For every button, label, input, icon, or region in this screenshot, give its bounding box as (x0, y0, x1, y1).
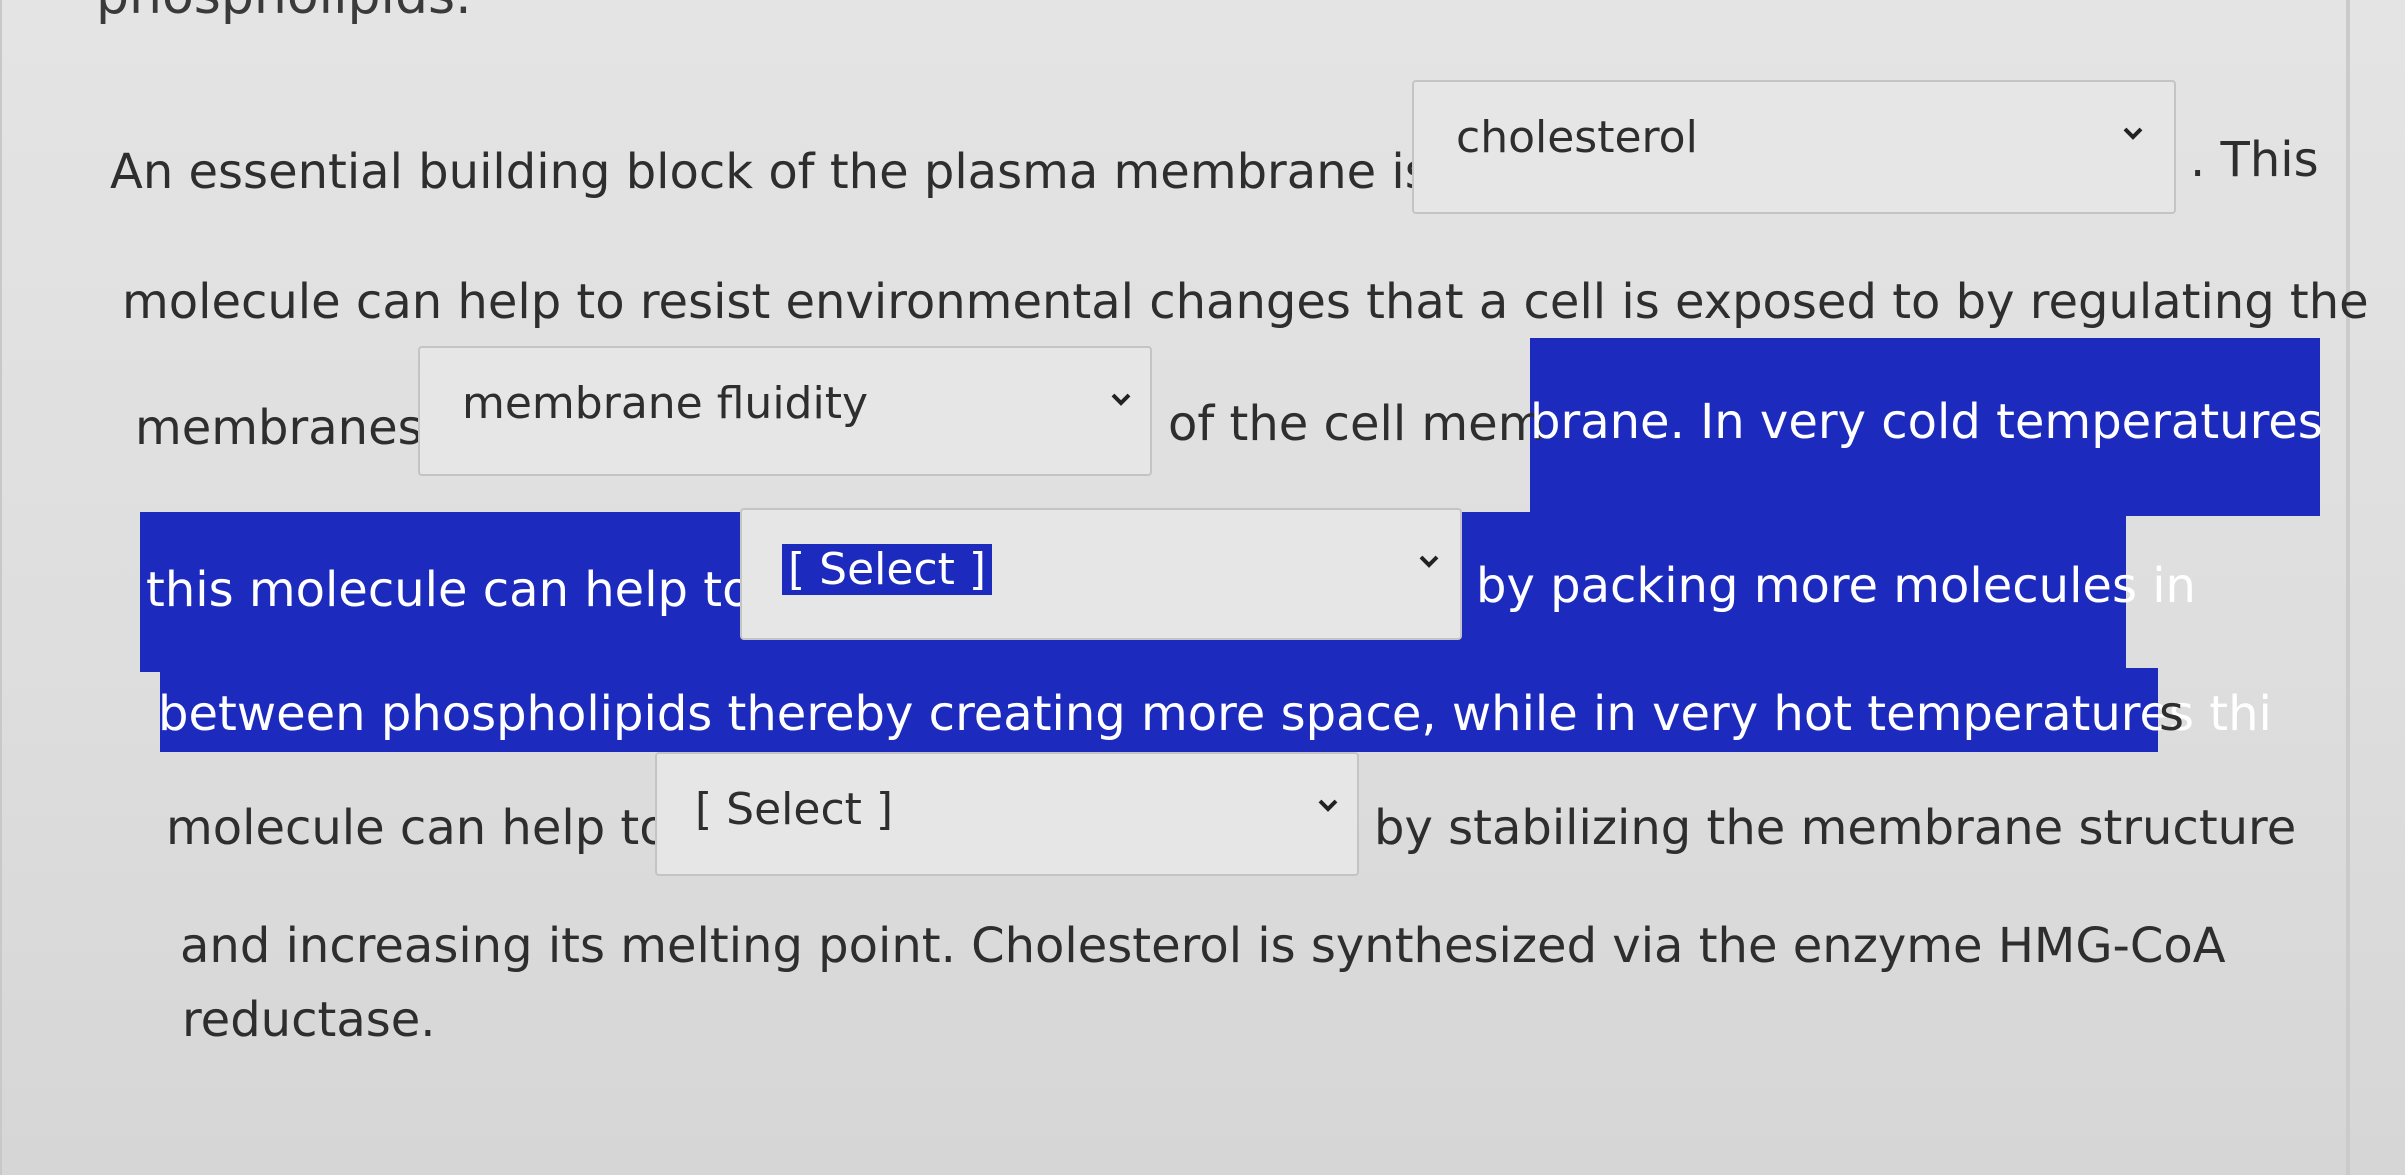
chevron-down-icon (1419, 555, 1439, 568)
dropdown-3-value: [ Select ] (782, 544, 993, 595)
answer-dropdown-4[interactable]: [ Select ] (655, 752, 1359, 876)
answer-dropdown-2[interactable]: membrane fluidity (418, 346, 1152, 476)
dropdown-2-value: membrane fluidity (462, 378, 868, 429)
answer-dropdown-1[interactable]: cholesterol (1412, 80, 2176, 214)
quiz-page: phospholipids. An essential building blo… (0, 0, 2405, 1175)
passage-line-6-end: by stabilizing the membrane structure (1374, 800, 2297, 856)
passage-line-4-highlighted-end: by packing more molecules in (1476, 558, 2196, 614)
passage-line-7: and increasing its melting point. Choles… (180, 918, 2226, 974)
chevron-down-icon (1111, 393, 1131, 406)
passage-line-2: molecule can help to resist environmenta… (122, 274, 2369, 330)
right-border (2346, 0, 2350, 1175)
passage-line-8: reductase. (182, 992, 436, 1048)
passage-line-5-highlighted: between phospholipids thereby creating m… (158, 686, 2272, 742)
passage-line-3-highlighted: brane. In very cold temperatures (1530, 394, 2323, 450)
previous-question-text: phospholipids. (96, 0, 472, 26)
chevron-down-icon (1318, 799, 1338, 812)
passage-line-1-start: An essential building block of the plasm… (110, 144, 1430, 200)
passage-line-4-highlighted-start: this molecule can help to (146, 562, 752, 618)
dropdown-4-value: [ Select ] (695, 784, 894, 835)
answer-dropdown-3[interactable]: [ Select ] (740, 508, 1462, 640)
passage-line-5-end: s (2159, 686, 2185, 742)
chevron-down-icon (2123, 127, 2143, 140)
passage-line-3-mid: of the cell mem (1168, 396, 1545, 452)
passage-line-3-start: membranes (135, 400, 423, 456)
passage-line-6-start: molecule can help to (166, 800, 669, 856)
dropdown-1-value: cholesterol (1456, 112, 1698, 163)
dropdown-3-selected-text: [ Select ] (782, 544, 993, 595)
passage-line-1-end: . This (2190, 132, 2319, 188)
left-border (0, 0, 2, 1175)
